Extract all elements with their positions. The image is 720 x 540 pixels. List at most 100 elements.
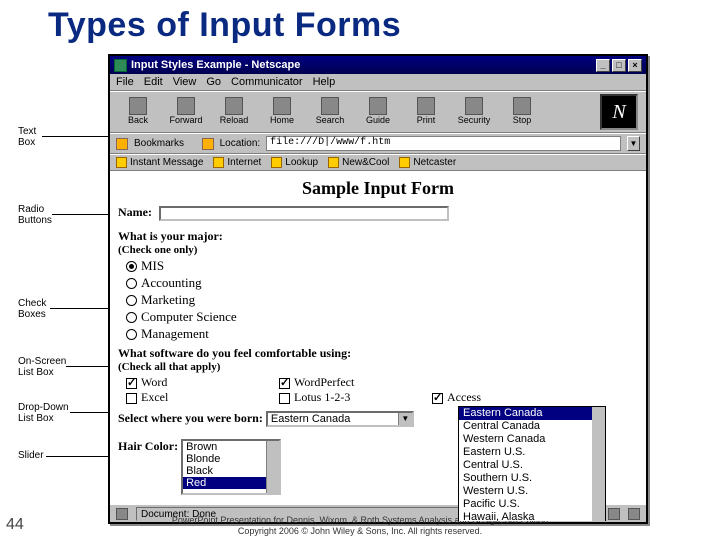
stop-icon (513, 97, 531, 115)
security-button[interactable]: Security (450, 94, 498, 130)
hair-option-red[interactable]: Red (183, 477, 279, 489)
check-access[interactable] (432, 393, 443, 404)
chat-icon (116, 157, 127, 168)
callout-textbox: TextBox (18, 126, 36, 148)
hair-label: Hair Color: (118, 439, 178, 453)
dropdown-scrollbar[interactable] (592, 407, 605, 521)
menubar: File Edit View Go Communicator Help (110, 74, 646, 91)
bookmarks-label[interactable]: Bookmarks (134, 138, 184, 149)
search-button[interactable]: Search (306, 94, 354, 130)
lock-icon (465, 97, 483, 115)
print-icon (417, 97, 435, 115)
radio-mis[interactable] (126, 261, 137, 272)
location-dropdown[interactable]: ▼ (627, 136, 640, 151)
hair-option-blonde[interactable]: Blonde (183, 453, 279, 465)
globe-icon (213, 157, 224, 168)
menu-edit[interactable]: Edit (144, 76, 163, 88)
guide-icon (369, 97, 387, 115)
callout-dropdown: Drop-DownList Box (18, 402, 69, 424)
linkbar: Instant Message Internet Lookup New&Cool… (110, 154, 646, 171)
page-content: Sample Input Form Name: What is your maj… (110, 171, 646, 521)
hair-option-brown[interactable]: Brown (183, 441, 279, 453)
radio-marketing[interactable] (126, 295, 137, 306)
location-bar: Bookmarks Location: file:///D|/www/f.htm… (110, 133, 646, 154)
menu-view[interactable]: View (173, 76, 197, 88)
born-opt-3[interactable]: Eastern U.S. (459, 446, 605, 459)
footer: PowerPoint Presentation for Dennis, Wixo… (0, 515, 720, 538)
born-opt-8[interactable]: Hawaii, Alaska (459, 511, 605, 521)
cast-icon (399, 157, 410, 168)
born-opt-6[interactable]: Western U.S. (459, 485, 605, 498)
hair-listbox[interactable]: Brown Blonde Black Red (181, 439, 281, 495)
menu-go[interactable]: Go (206, 76, 221, 88)
radio-management[interactable] (126, 329, 137, 340)
software-hint: (Check all that apply) (118, 361, 638, 373)
netscape-logo: N (600, 94, 638, 130)
born-opt-4[interactable]: Central U.S. (459, 459, 605, 472)
born-opt-2[interactable]: Western Canada (459, 433, 605, 446)
link-lookup[interactable]: Lookup (271, 157, 318, 168)
born-dropdown-open[interactable]: Eastern Canada Central Canada Western Ca… (458, 406, 606, 521)
link-netcaster[interactable]: Netcaster (399, 157, 456, 168)
minimize-button[interactable]: _ (596, 59, 610, 72)
slide-title: Types of Input Forms (48, 6, 401, 45)
location-input[interactable]: file:///D|/www/f.htm (266, 136, 621, 151)
home-button[interactable]: Home (258, 94, 306, 130)
window-title: Input Styles Example - Netscape (131, 59, 300, 71)
software-question: What software do you feel comfortable us… (118, 346, 638, 361)
software-options: Word WordPerfect Excel Lotus 1-2-3 Acces… (126, 375, 638, 405)
star-icon (328, 157, 339, 168)
born-opt-5[interactable]: Southern U.S. (459, 472, 605, 485)
menu-help[interactable]: Help (313, 76, 336, 88)
location-label: Location: (220, 138, 261, 149)
form-heading: Sample Input Form (118, 178, 638, 199)
hair-option-black[interactable]: Black (183, 465, 279, 477)
search-icon (321, 97, 339, 115)
print-button[interactable]: Print (402, 94, 450, 130)
radio-accounting[interactable] (126, 278, 137, 289)
forward-icon (177, 97, 195, 115)
footer-line2: Copyright 2006 © John Wiley & Sons, Inc.… (238, 526, 482, 536)
link-newcool[interactable]: New&Cool (328, 157, 389, 168)
toolbar: Back Forward Reload Home Search Guide Pr… (110, 91, 646, 133)
born-question: Select where you were born: (118, 411, 263, 425)
born-opt-0[interactable]: Eastern Canada (459, 407, 605, 420)
bookmarks-icon[interactable] (116, 138, 128, 150)
forward-button[interactable]: Forward (162, 94, 210, 130)
major-hint: (Check one only) (118, 244, 638, 256)
back-icon (129, 97, 147, 115)
check-lotus[interactable] (279, 393, 290, 404)
browser-window: Input Styles Example - Netscape _ □ × Fi… (108, 54, 648, 524)
major-options: MIS Accounting Marketing Computer Scienc… (126, 258, 638, 342)
back-button[interactable]: Back (114, 94, 162, 130)
check-wordperfect[interactable] (279, 378, 290, 389)
check-excel[interactable] (126, 393, 137, 404)
callout-slider: Slider (18, 450, 44, 461)
listbox-scrollbar[interactable] (266, 441, 279, 493)
name-label: Name: (118, 205, 152, 219)
reload-button[interactable]: Reload (210, 94, 258, 130)
maximize-button[interactable]: □ (612, 59, 626, 72)
menu-communicator[interactable]: Communicator (231, 76, 303, 88)
major-question: What is your major: (118, 229, 638, 244)
link-instant-message[interactable]: Instant Message (116, 157, 203, 168)
callout-radio: RadioButtons (18, 204, 52, 226)
born-opt-1[interactable]: Central Canada (459, 420, 605, 433)
stop-button[interactable]: Stop (498, 94, 546, 130)
born-opt-7[interactable]: Pacific U.S. (459, 498, 605, 511)
titlebar: Input Styles Example - Netscape _ □ × (110, 56, 646, 74)
menu-file[interactable]: File (116, 76, 134, 88)
chevron-down-icon[interactable]: ▼ (398, 413, 412, 425)
name-input[interactable] (159, 206, 449, 221)
guide-button[interactable]: Guide (354, 94, 402, 130)
check-word[interactable] (126, 378, 137, 389)
lookup-icon (271, 157, 282, 168)
close-button[interactable]: × (628, 59, 642, 72)
reload-icon (225, 97, 243, 115)
callout-listbox: On-ScreenList Box (18, 356, 66, 378)
radio-cs[interactable] (126, 312, 137, 323)
born-combo[interactable]: Eastern Canada ▼ (266, 411, 414, 427)
callout-check: CheckBoxes (18, 298, 46, 320)
link-internet[interactable]: Internet (213, 157, 261, 168)
location-icon (202, 138, 214, 150)
